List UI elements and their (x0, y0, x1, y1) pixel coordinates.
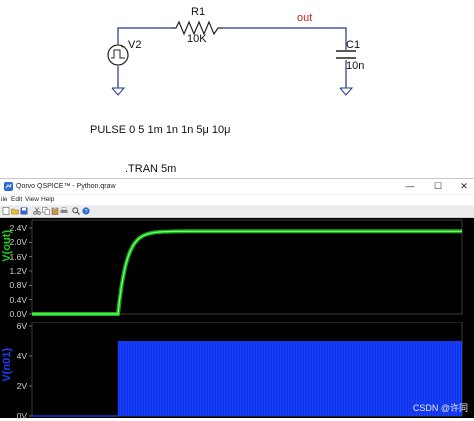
title-bar[interactable]: Qorvo QSPICE™ - Python.qraw — ☐ ✕ (0, 179, 474, 194)
new-icon[interactable] (2, 207, 10, 215)
menu-file[interactable]: ile (1, 196, 8, 203)
plot-pane-vout[interactable]: V(out) 2.4V 2.0V 1.6V 1.2V 0.8V 0.4V 0.0V (0, 218, 474, 319)
menu-edit[interactable]: Edit (11, 196, 22, 203)
cut-icon[interactable] (33, 207, 41, 215)
vout-tick-label: 0.4V (9, 294, 28, 305)
capacitor-name-label[interactable]: C1 (346, 39, 360, 51)
vout-trace-highlight (32, 230, 462, 315)
vout-plot-svg (29, 219, 463, 316)
pulse-directive[interactable]: PULSE 0 5 1m 1n 1n 5μ 10μ (90, 124, 230, 136)
close-button[interactable]: ✕ (450, 179, 474, 194)
vn01-tick-label: 0V (16, 411, 27, 421)
watermark-text: CSDN @许同 (412, 403, 468, 413)
vn01-plot-svg (29, 322, 463, 417)
zoom-icon[interactable] (72, 207, 80, 215)
resistor-value-label[interactable]: 10K (187, 33, 207, 45)
voltage-source-name-label[interactable]: V2 (128, 39, 141, 51)
plot-area[interactable]: V(out) 2.4V 2.0V 1.6V 1.2V 0.8V 0.4V 0.0V V(n0… (0, 218, 474, 421)
menu-bar: ile Edit View Help (0, 195, 474, 205)
vout-tick-label: 2.0V (9, 237, 28, 248)
help-icon[interactable]: ? (82, 207, 90, 215)
schematic-canvas: + R1 10K out C1 10n V2 PULSE 0 5 1m 1n 1… (0, 0, 474, 178)
open-icon[interactable] (11, 207, 19, 215)
resistor-name-label[interactable]: R1 (191, 6, 205, 18)
vout-trace[interactable] (32, 229, 462, 316)
vn01-tick-label: 4V (16, 351, 27, 361)
print-icon[interactable] (60, 207, 68, 215)
capacitor-c1 (336, 50, 356, 59)
vout-plot-frame (31, 219, 463, 315)
vn01-tick-label: 6V (16, 321, 27, 331)
menu-help[interactable]: Help (41, 196, 54, 203)
capacitor-value-label[interactable]: 10n (346, 60, 364, 72)
toolbar: ? (0, 206, 474, 218)
ground-symbol-left (111, 87, 126, 96)
wire-v2-r1 (117, 27, 172, 44)
vout-tick-label: 0.0V (9, 309, 28, 319)
ground-symbol-right (339, 87, 354, 96)
paste-icon[interactable] (51, 207, 59, 215)
copy-icon[interactable] (42, 207, 50, 215)
waveform-viewer-window: Qorvo QSPICE™ - Python.qraw — ☐ ✕ ile Ed… (0, 178, 474, 421)
maximize-button[interactable]: ☐ (424, 179, 452, 194)
menu-view[interactable]: View (25, 196, 39, 203)
window-title: Qorvo QSPICE™ - Python.qraw (16, 183, 116, 190)
vout-tick-label: 0.8V (9, 280, 28, 291)
vn01-pulse-band[interactable] (118, 341, 462, 416)
plot-pane-vn01[interactable]: V(n01) 6V 4V 2V 0V (0, 321, 474, 421)
svg-text:+: + (121, 45, 125, 51)
vout-tick-label: 2.4V (9, 223, 28, 233)
schematic-drawing: + (107, 20, 356, 96)
wire-r1-c1 (222, 27, 347, 50)
voltage-source-v2: + (107, 44, 129, 66)
svg-text:?: ? (84, 209, 87, 215)
tran-directive[interactable]: .TRAN 5m (125, 163, 176, 175)
vout-tick-label: 1.2V (9, 266, 28, 276)
vout-tick-label: 1.6V (9, 251, 28, 262)
save-icon[interactable] (20, 207, 28, 215)
minimize-button[interactable]: — (396, 179, 424, 194)
qspice-app-icon (4, 182, 13, 191)
net-label-out[interactable]: out (297, 12, 312, 24)
vn01-tick-label: 2V (16, 381, 27, 391)
